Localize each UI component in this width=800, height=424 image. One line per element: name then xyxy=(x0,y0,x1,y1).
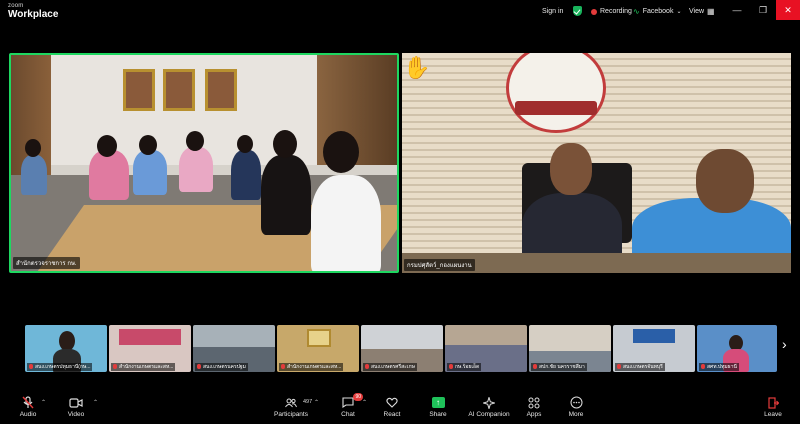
facebook-live-button[interactable]: ∿ Facebook ⌄ xyxy=(633,6,681,18)
participants-count: 497 xyxy=(303,399,313,405)
muted-mic-icon xyxy=(29,364,33,370)
filmstrip-tile[interactable]: สำนักงานเกษตรและสห... xyxy=(277,325,359,372)
chevron-right-icon[interactable]: › xyxy=(782,337,787,351)
apps-icon xyxy=(524,395,544,410)
participant-name: สำนักงานเกษตรและสห... xyxy=(119,364,174,370)
chevron-down-icon: ⌄ xyxy=(676,9,682,15)
muted-mic-icon xyxy=(197,364,201,370)
portrait-frame xyxy=(205,69,237,111)
share-label: Share xyxy=(429,411,447,418)
participants-button[interactable]: 497 Participants xyxy=(266,395,316,418)
view-button[interactable]: View ▦ xyxy=(689,6,715,18)
filmstrip-tile[interactable]: สปก.ชัย นครราชสีมา xyxy=(529,325,611,372)
meeting-toolbar: Audio ⌃ Video ⌃ 497 Participants ⌃ 90 Ch… xyxy=(0,393,800,424)
heart-icon xyxy=(382,395,402,410)
muted-mic-icon xyxy=(281,364,285,370)
participants-label: Participants xyxy=(274,411,308,418)
muted-mic-icon xyxy=(701,364,705,370)
react-label: React xyxy=(383,411,401,418)
portrait-frame xyxy=(123,69,155,111)
top-bar: zoom Workplace Sign in Recording ∿ Faceb… xyxy=(0,0,800,24)
close-button[interactable]: ✕ xyxy=(776,0,800,20)
close-icon: ✕ xyxy=(784,4,792,15)
leave-label: Leave xyxy=(764,411,782,418)
filmstrip-tile[interactable]: สนง.เกษตรจันทบุรี xyxy=(613,325,695,372)
more-label: More xyxy=(568,411,584,418)
filmstrip-tile[interactable]: สศท.ปทุมธานี xyxy=(697,325,777,372)
broadcast-icon: ∿ xyxy=(633,7,640,16)
muted-mic-icon xyxy=(617,364,621,370)
minimize-icon: — xyxy=(732,5,742,15)
participant-name: สนง.เกษตรจันทบุรี xyxy=(623,364,663,370)
apps-label: Apps xyxy=(526,411,542,418)
more-icon xyxy=(566,395,586,410)
filmstrip-tile[interactable]: สนง.เกษตรนครปฐม xyxy=(193,325,275,372)
security-shield-icon[interactable] xyxy=(573,6,582,16)
participant-name: สนง.เกษตรนครปฐม xyxy=(203,364,246,370)
filmstrip-tile[interactable]: สนง.เกษตรปทุมธานี(กษ... xyxy=(25,325,107,372)
participant-name: สปก.ชัย นครราชสีมา xyxy=(539,364,585,370)
audio-label: Audio xyxy=(19,411,37,418)
brand-bottom: Workplace xyxy=(8,9,59,20)
facebook-label: Facebook xyxy=(642,8,674,15)
filmstrip-tile[interactable]: สำนักงานเกษตรและสห... xyxy=(109,325,191,372)
share-screen-icon: ↑ xyxy=(428,395,448,410)
sign-in-link[interactable]: Sign in xyxy=(542,6,563,18)
maximize-button[interactable]: ❐ xyxy=(751,0,775,20)
react-button[interactable]: React xyxy=(367,395,417,418)
participants-icon: 497 xyxy=(281,395,312,410)
raised-hand-icon: ✋ xyxy=(403,55,431,80)
video-label: Video xyxy=(67,411,85,418)
sign-in-label: Sign in xyxy=(542,8,564,15)
share-button[interactable]: ↑ Share xyxy=(413,395,463,418)
participant-name-tag: กรมปศุสัตว์_กองแผนงาน xyxy=(404,259,475,271)
video-tile[interactable]: กรมปศุสัตว์_กองแผนงาน xyxy=(402,53,791,273)
muted-mic-icon xyxy=(365,364,369,370)
chat-icon: 90 xyxy=(338,393,363,410)
participant-name-tag: สำนักตรวจราชการ กษ. xyxy=(13,257,80,269)
restore-icon: ❐ xyxy=(758,4,768,15)
camera-icon xyxy=(66,395,86,410)
audio-options-chevron-icon[interactable]: ⌃ xyxy=(41,399,46,406)
participant-name: สนง.เกษตรศรีสะเกษ xyxy=(371,364,415,370)
video-tile-active-speaker[interactable]: สำนักตรวจราชการ กษ. xyxy=(9,53,399,273)
chat-label: Chat xyxy=(341,411,355,418)
video-options-chevron-icon[interactable]: ⌃ xyxy=(93,399,98,406)
recording-indicator[interactable]: Recording xyxy=(591,6,632,18)
recording-label: Recording xyxy=(600,8,632,15)
portrait-frame xyxy=(163,69,195,111)
more-button[interactable]: More xyxy=(551,395,601,418)
filmstrip: สนง.เกษตรปทุมธานี(กษ... สำนักงานเกษตรและ… xyxy=(25,325,777,372)
filmstrip-tile[interactable]: สนง.เกษตรศรีสะเกษ xyxy=(361,325,443,372)
sparkle-icon xyxy=(479,395,499,410)
muted-mic-icon xyxy=(449,364,453,370)
minimize-button[interactable]: — xyxy=(725,0,749,20)
leave-icon xyxy=(763,395,783,410)
ai-companion-button[interactable]: AI Companion xyxy=(464,395,514,418)
participants-options-chevron-icon[interactable]: ⌃ xyxy=(314,399,319,406)
muted-mic-icon xyxy=(533,364,537,370)
muted-mic-icon xyxy=(113,364,117,370)
grid-icon: ▦ xyxy=(707,7,715,16)
view-label: View xyxy=(689,8,705,15)
recording-dot-icon xyxy=(591,9,597,15)
participant-name: กษ.ร้อยเอ็ด xyxy=(455,364,480,370)
ai-companion-label: AI Companion xyxy=(468,411,510,418)
participant-name: สนง.เกษตรปทุมธานี(กษ... xyxy=(35,364,91,370)
zoom-logo: zoom Workplace xyxy=(8,3,58,20)
mic-muted-icon xyxy=(18,395,38,410)
filmstrip-tile[interactable]: กษ.ร้อยเอ็ด xyxy=(445,325,527,372)
leave-button[interactable]: Leave xyxy=(748,395,798,418)
participant-name: สศท.ปทุมธานี xyxy=(707,364,737,370)
participant-name: สำนักงานเกษตรและสห... xyxy=(287,364,342,370)
